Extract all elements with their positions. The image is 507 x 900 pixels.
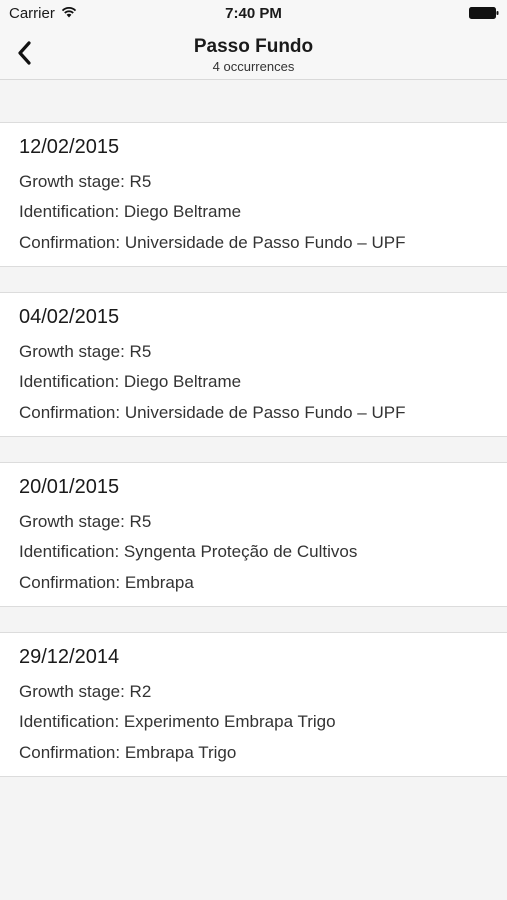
occurrence-card[interactable]: 20/01/2015 Growth stage: R5 Identificati… xyxy=(0,462,507,607)
occurrence-date: 20/01/2015 xyxy=(19,476,120,498)
growth-stage: Growth stage: R5 xyxy=(19,172,152,191)
status-time: 7:40 PM xyxy=(225,5,282,22)
occurrence-date: 29/12/2014 xyxy=(19,646,120,668)
identification: Identification: Syngenta Proteção de Cul… xyxy=(19,542,358,561)
occurrence-date: 04/02/2015 xyxy=(19,306,120,328)
occurrence-count: 4 occurrences xyxy=(212,59,295,74)
growth-stage: Growth stage: R2 xyxy=(19,682,152,701)
confirmation: Confirmation: Embrapa xyxy=(19,573,194,592)
navigation-bar: Passo Fundo 4 occurrences xyxy=(0,28,507,80)
growth-stage: Growth stage: R5 xyxy=(19,342,152,361)
occurrence-card[interactable]: 12/02/2015 Growth stage: R5 Identificati… xyxy=(0,122,507,267)
growth-stage: Growth stage: R5 xyxy=(19,512,152,531)
occurrence-date: 12/02/2015 xyxy=(19,136,120,158)
status-bar: Carrier 7:40 PM xyxy=(0,0,507,28)
page-title: Passo Fundo xyxy=(193,36,314,57)
identification: Identification: Experimento Embrapa Trig… xyxy=(19,712,336,731)
confirmation: Confirmation: Universidade de Passo Fund… xyxy=(19,403,406,422)
occurrence-list: 12/02/2015 Growth stage: R5 Identificati… xyxy=(0,122,507,802)
identification: Identification: Diego Beltrame xyxy=(19,372,242,391)
identification: Identification: Diego Beltrame xyxy=(19,202,242,221)
confirmation: Confirmation: Embrapa Trigo xyxy=(19,743,237,762)
battery-icon xyxy=(469,7,499,19)
occurrence-card[interactable]: 29/12/2014 Growth stage: R2 Identificati… xyxy=(0,632,507,777)
confirmation: Confirmation: Universidade de Passo Fund… xyxy=(19,233,406,252)
occurrence-card[interactable]: 04/02/2015 Growth stage: R5 Identificati… xyxy=(0,292,507,437)
